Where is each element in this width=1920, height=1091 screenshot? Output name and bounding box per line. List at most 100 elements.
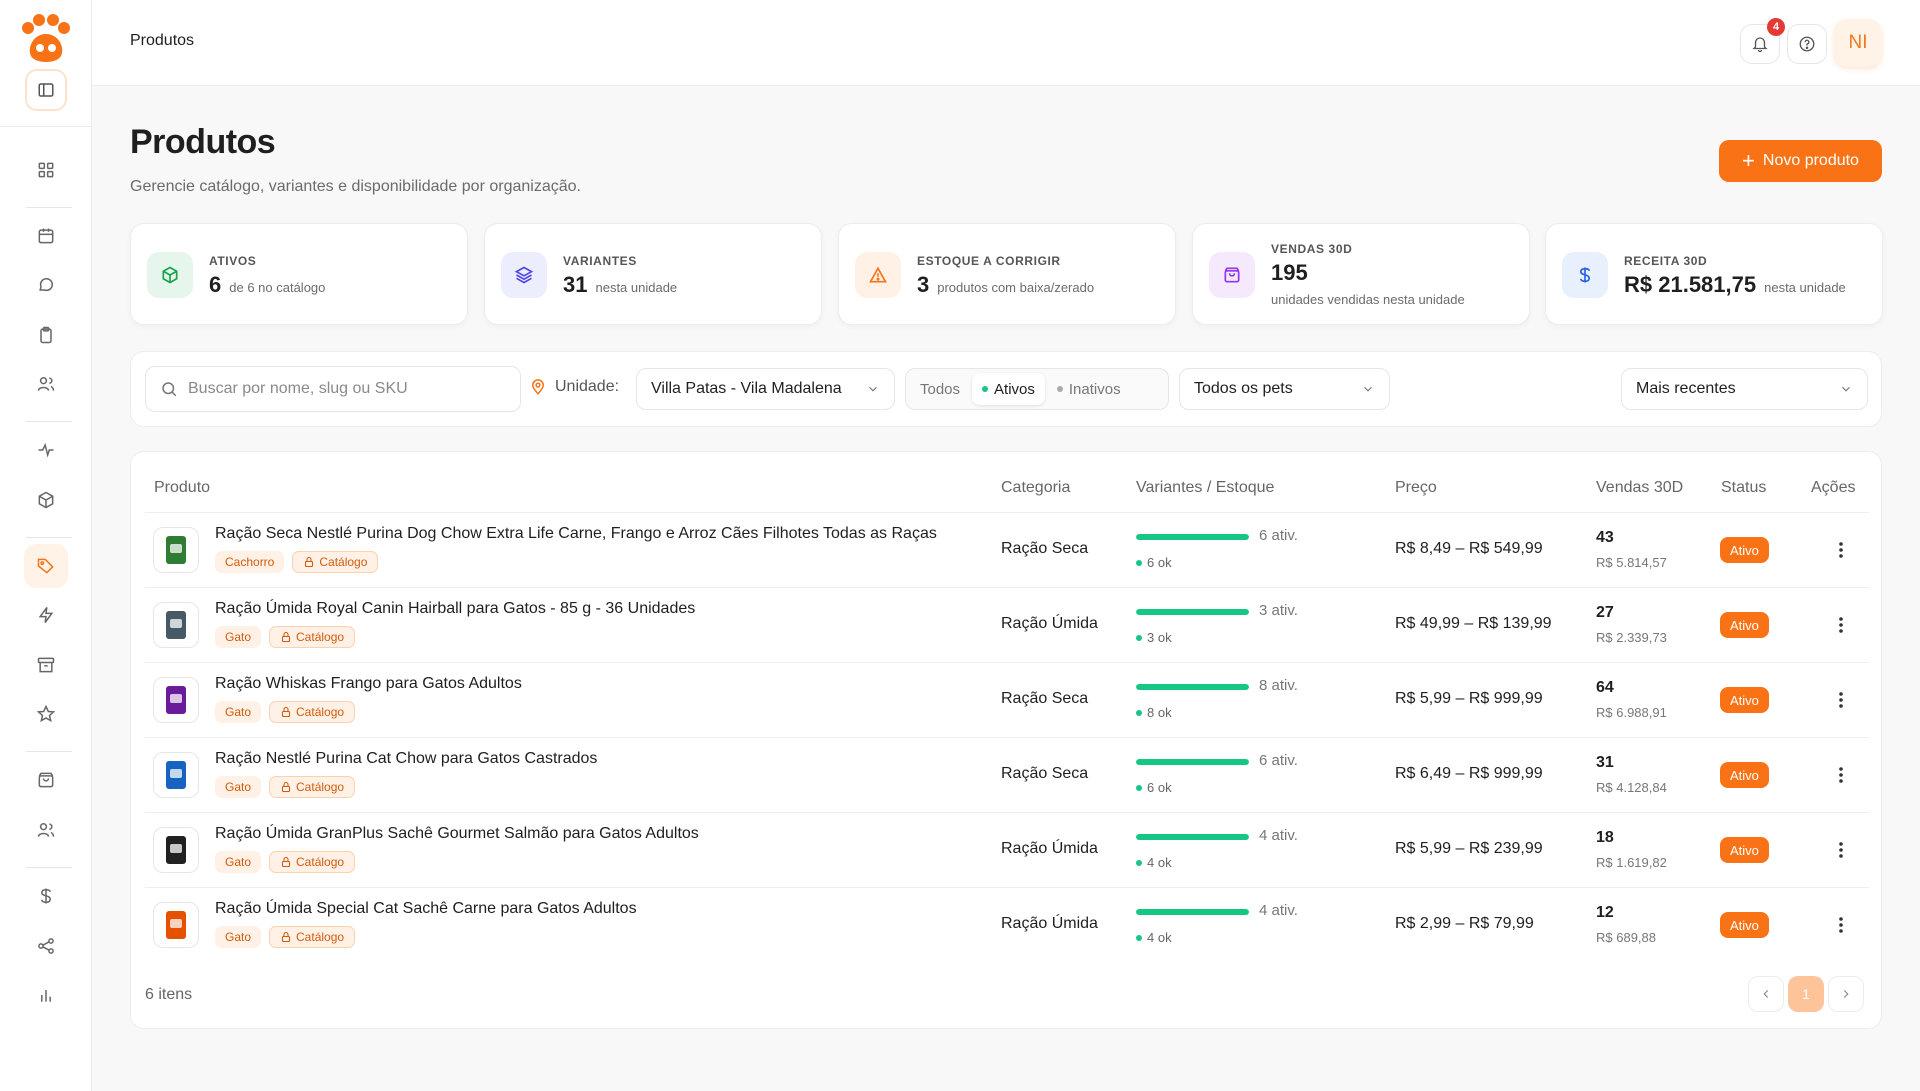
- kpi-card-sales: VENDAS 30D 195 unidades vendidas nesta u…: [1192, 223, 1530, 325]
- kpi-sub: nesta unidade: [1764, 280, 1846, 295]
- search-input[interactable]: [188, 380, 508, 398]
- row-actions-button[interactable]: [1827, 761, 1855, 789]
- nav-clipboard[interactable]: [24, 313, 68, 357]
- product-thumbnail: [153, 527, 199, 573]
- row-actions-button[interactable]: [1827, 911, 1855, 939]
- sidebar-toggle-button[interactable]: [25, 69, 67, 111]
- product-name[interactable]: Ração Seca Nestlé Purina Dog Chow Extra …: [215, 525, 937, 543]
- variants-ok: 4 ok: [1136, 855, 1172, 870]
- table-row[interactable]: Ração Úmida Special Cat Sachê Carne para…: [145, 887, 1869, 962]
- nav-finance[interactable]: [24, 874, 68, 918]
- new-product-button[interactable]: + Novo produto: [1719, 140, 1882, 182]
- product-name[interactable]: Ração Úmida GranPlus Sachê Gourmet Salmã…: [215, 825, 699, 843]
- catalog-tag: Catálogo: [292, 551, 379, 573]
- nav-dashboard[interactable]: [24, 148, 68, 192]
- row-actions-button[interactable]: [1827, 536, 1855, 564]
- page-subtitle: Gerencie catálogo, variantes e disponibi…: [130, 178, 581, 195]
- product-sales-count: 27: [1596, 604, 1614, 621]
- variants-active-count: 8 ativ.: [1259, 677, 1298, 694]
- pagination-prev-button[interactable]: [1748, 976, 1784, 1012]
- column-header-sales[interactable]: Vendas 30D: [1596, 479, 1683, 497]
- product-name[interactable]: Ração Whiskas Frango para Gatos Adultos: [215, 675, 522, 693]
- product-name[interactable]: Ração Úmida Royal Canin Hairball para Ga…: [215, 600, 695, 618]
- table-row[interactable]: Ração Úmida GranPlus Sachê Gourmet Salmã…: [145, 812, 1869, 887]
- variants-active-count: 6 ativ.: [1259, 527, 1298, 544]
- product-name[interactable]: Ração Nestlé Purina Cat Chow para Gatos …: [215, 750, 597, 768]
- table-row[interactable]: Ração Nestlé Purina Cat Chow para Gatos …: [145, 737, 1869, 812]
- product-tags: Gato Catálogo: [215, 851, 356, 873]
- nav-orders[interactable]: [24, 758, 68, 802]
- more-vertical-icon: [1839, 692, 1843, 708]
- sort-select[interactable]: Mais recentes: [1621, 368, 1868, 410]
- row-actions-button[interactable]: [1827, 611, 1855, 639]
- dollar-icon: [41, 888, 51, 904]
- nav-packages[interactable]: [24, 478, 68, 522]
- table-row[interactable]: Ração Seca Nestlé Purina Dog Chow Extra …: [145, 512, 1869, 587]
- calendar-icon: [38, 228, 54, 244]
- product-price-range: R$ 5,99 – R$ 999,99: [1395, 690, 1543, 707]
- kpi-value: 3: [917, 272, 930, 297]
- nav-automations[interactable]: [24, 593, 68, 637]
- kpi-card-variants: VARIANTES 31 nesta unidade: [484, 223, 822, 325]
- chevron-down-icon: [1842, 386, 1850, 392]
- kpi-card-active: ATIVOS 6 de 6 no catálogo: [130, 223, 468, 325]
- status-option-inactive[interactable]: Inativos: [1047, 373, 1131, 405]
- shopping-bag-icon: [38, 772, 54, 788]
- unit-select[interactable]: Villa Patas - Vila Madalena: [636, 368, 895, 410]
- nav-activity[interactable]: [24, 428, 68, 472]
- product-revenue: R$ 689,88: [1596, 930, 1656, 945]
- nav-favorites[interactable]: [24, 692, 68, 736]
- product-category: Ração Úmida: [1001, 615, 1098, 632]
- catalog-tag: Catálogo: [269, 701, 356, 723]
- lock-icon: [281, 631, 291, 643]
- chevron-right-icon: [1843, 990, 1849, 998]
- dollar-icon: [1562, 252, 1608, 298]
- user-avatar[interactable]: NI: [1834, 19, 1882, 67]
- nav-archive[interactable]: [24, 643, 68, 687]
- product-tags: Gato Catálogo: [215, 776, 356, 798]
- product-sales-count: 31: [1596, 754, 1614, 771]
- pagination-next-button[interactable]: [1828, 976, 1864, 1012]
- nav-integrations[interactable]: [24, 924, 68, 968]
- catalog-tag: Catálogo: [269, 626, 356, 648]
- nav-clients[interactable]: [24, 362, 68, 406]
- nav-calendar[interactable]: [24, 214, 68, 258]
- row-actions-button[interactable]: [1827, 836, 1855, 864]
- nav-separator: [26, 207, 72, 208]
- help-button[interactable]: [1787, 24, 1827, 64]
- nav-reports[interactable]: [24, 973, 68, 1017]
- kpi-sub: de 6 no catálogo: [229, 280, 326, 295]
- items-count: 6 itens: [145, 986, 193, 1003]
- column-header-price[interactable]: Preço: [1395, 479, 1437, 497]
- column-header-category[interactable]: Categoria: [1001, 479, 1070, 497]
- column-header-variants[interactable]: Variantes / Estoque: [1136, 479, 1274, 497]
- column-header-product[interactable]: Produto: [154, 479, 210, 497]
- product-name[interactable]: Ração Úmida Special Cat Sachê Carne para…: [215, 900, 637, 918]
- box-icon: [147, 252, 193, 298]
- nav-products[interactable]: [24, 544, 68, 588]
- search-box: [145, 366, 521, 412]
- status-option-all[interactable]: Todos: [910, 373, 970, 405]
- chat-icon: [39, 278, 53, 292]
- kpi-value: 195: [1271, 260, 1308, 285]
- nav-messages[interactable]: [24, 263, 68, 307]
- share-icon: [38, 938, 54, 954]
- pets-select[interactable]: Todos os pets: [1179, 368, 1390, 410]
- more-vertical-icon: [1839, 617, 1843, 633]
- status-badge: Ativo: [1720, 537, 1769, 563]
- chevron-down-icon: [869, 386, 877, 392]
- nav-team[interactable]: [24, 808, 68, 852]
- more-vertical-icon: [1839, 917, 1843, 933]
- nav-separator: [26, 421, 72, 422]
- table-row[interactable]: Ração Whiskas Frango para Gatos Adultos G…: [145, 662, 1869, 737]
- status-option-active[interactable]: Ativos: [972, 373, 1045, 405]
- variants-ok: 6 ok: [1136, 555, 1172, 570]
- pagination-page-button[interactable]: 1: [1788, 976, 1824, 1012]
- table-row[interactable]: Ração Úmida Royal Canin Hairball para Ga…: [145, 587, 1869, 662]
- row-actions-button[interactable]: [1827, 686, 1855, 714]
- more-vertical-icon: [1839, 842, 1843, 858]
- variants-active-count: 4 ativ.: [1259, 902, 1298, 919]
- variants-active-count: 3 ativ.: [1259, 602, 1298, 619]
- column-header-status[interactable]: Status: [1721, 479, 1766, 497]
- notifications-button[interactable]: 4: [1740, 18, 1785, 64]
